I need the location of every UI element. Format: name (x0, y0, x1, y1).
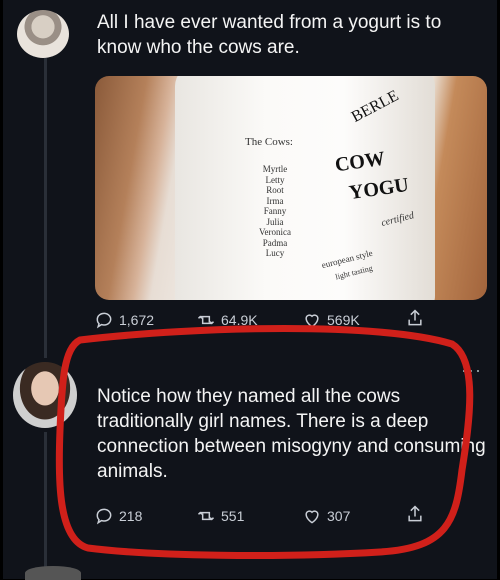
heart-icon (305, 510, 319, 524)
share-button[interactable] (405, 308, 425, 328)
cow-name: Myrtle (262, 164, 288, 174)
cow-name: Julia (266, 216, 284, 227)
tweet-image[interactable]: The Cows: Myrtle Letty Root Irma Fanny J… (95, 76, 487, 300)
reply-button[interactable]: 1,672 (94, 310, 154, 330)
cow-name: Lucy (265, 248, 285, 258)
reply-icon (96, 508, 112, 525)
avatar[interactable] (25, 566, 81, 580)
retweet-count: 64.9K (221, 312, 258, 328)
retweet-count: 551 (221, 508, 245, 524)
cow-name: Padma (262, 237, 288, 248)
retweet-icon (197, 511, 215, 521)
thread-connector (44, 432, 47, 572)
retweet-icon (197, 315, 215, 325)
heart-icon (305, 314, 319, 328)
cows-list: Myrtle Letty Root Irma Fanny Julia Veron… (245, 164, 305, 259)
cow-name: Letty (265, 174, 285, 185)
share-icon (408, 505, 422, 522)
cows-heading: The Cows: (245, 136, 293, 148)
reply-count: 218 (119, 508, 143, 524)
reply-icon (96, 312, 112, 329)
cow-name: Veronica (259, 227, 291, 237)
cow-name: Fanny (263, 206, 287, 216)
tweet-text: Notice how they named all the cows tradi… (97, 386, 486, 482)
avatar[interactable] (17, 10, 69, 58)
retweet-button[interactable]: 551 (196, 506, 244, 526)
cow-name: Irma (266, 195, 284, 206)
avatar[interactable] (13, 362, 77, 428)
timeline: All I have ever wanted from a yogurt is … (3, 0, 497, 580)
like-count: 569K (327, 312, 360, 328)
reply-count: 1,672 (119, 312, 155, 328)
share-button[interactable] (405, 504, 425, 524)
more-options-icon[interactable]: ··· (461, 360, 482, 381)
cow-name: Root (266, 185, 284, 195)
like-button[interactable]: 307 (302, 506, 350, 526)
tweet-text: All I have ever wanted from a yogurt is … (97, 12, 442, 58)
like-count: 307 (327, 508, 351, 524)
thread-connector (44, 58, 47, 358)
retweet-button[interactable]: 64.9K (196, 310, 258, 330)
share-icon (408, 309, 422, 326)
reply-button[interactable]: 218 (94, 506, 142, 526)
like-button[interactable]: 569K (302, 310, 360, 330)
